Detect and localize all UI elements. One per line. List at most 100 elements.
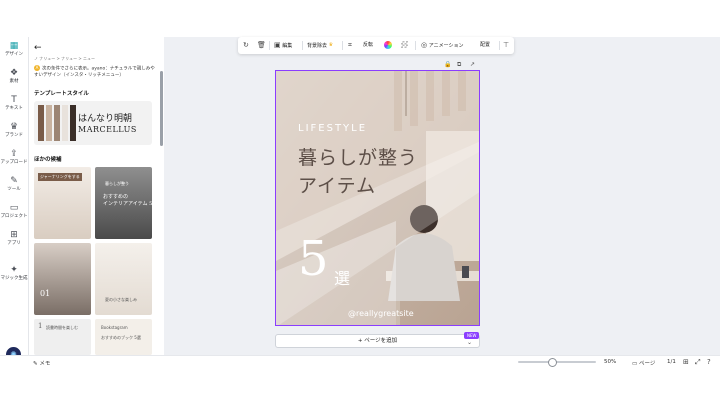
fullscreen-icon[interactable]: ⤢ — [695, 358, 701, 367]
rail-elements[interactable]: ❖ 素材 — [0, 68, 28, 85]
panel-scrollbar[interactable] — [160, 71, 163, 146]
canva-editor: ▦ デザイン ❖ 素材 T テキスト ♛ ブランド ⇪ アップロード ✎ ツール… — [0, 0, 720, 405]
duplicate-icon[interactable]: ⧉ — [457, 61, 461, 69]
page-count: 1/1 — [667, 359, 676, 365]
thumb-title: 01 — [40, 289, 51, 298]
template-thumb[interactable]: ジャーナリングをする — [34, 167, 91, 239]
arrange-button[interactable]: 配置 — [480, 40, 490, 51]
thumb-caption: ジャーナリングをする — [38, 173, 82, 181]
rail-magic[interactable]: ✦ マジック生成 — [0, 265, 28, 282]
rail-apps[interactable]: ⊞ アプリ — [0, 230, 28, 247]
zoom-slider[interactable] — [518, 361, 596, 363]
add-page-button[interactable]: + ページを追加 — [275, 334, 480, 348]
animation-button[interactable]: ◎ アニメーション — [421, 40, 464, 51]
style-font-jp: はんなり明朝 — [78, 114, 133, 124]
pages-label: ページ — [638, 361, 656, 367]
design-title-line: 暮らしが整う — [298, 147, 419, 169]
divider — [415, 41, 416, 50]
text-icon: T — [11, 95, 17, 105]
breadcrumb: ノ ナリュー > ナリュー > ニュー — [34, 56, 96, 61]
lock-icon[interactable]: 🔒 — [444, 61, 451, 68]
rail-projects[interactable]: ▭ プロジェクト — [0, 203, 28, 220]
color-swatch — [62, 105, 68, 141]
design-panel: ← ノ ナリュー > ナリュー > ニュー A 次の条件でさらに表示。ayano：… — [29, 37, 164, 355]
notice-text: 次の条件でさらに表示。ayano：ナチュラルで親しみやすいデザイン（インスタ・リ… — [34, 66, 155, 78]
notes-label: メモ — [39, 361, 51, 367]
color-swatch — [70, 105, 76, 141]
chevron-down-icon[interactable]: ⌄ — [467, 339, 472, 346]
bg-remove-button[interactable]: 背景除去 ♛ — [307, 40, 333, 51]
thumb-caption: 夏の小さな楽しみ — [105, 297, 137, 302]
upload-icon: ⇪ — [10, 149, 18, 159]
pen-icon: ✎ — [10, 176, 18, 186]
divider — [499, 41, 500, 50]
thumb-title: おすすめのブック 5選 — [101, 335, 141, 340]
color-wheel-icon — [384, 40, 392, 49]
pages-button[interactable]: ▭ ページ — [632, 359, 655, 367]
transparency-icon — [401, 41, 408, 48]
rail-label: 素材 — [9, 79, 19, 84]
rail-label: デザイン — [5, 52, 23, 57]
notes-icon: ✎ — [33, 361, 38, 367]
edit-label: 編集 — [282, 43, 293, 49]
undo-button[interactable]: ↻ — [243, 40, 249, 51]
template-thumb[interactable]: 夏の小さな楽しみ — [95, 243, 152, 315]
design-title[interactable]: 暮らしが整う アイテム — [298, 144, 418, 200]
magic-icon: ✦ — [10, 265, 18, 275]
help-icon[interactable]: ? — [707, 358, 711, 366]
rail-tools[interactable]: ✎ ツール — [0, 176, 28, 193]
template-thumb[interactable]: 暮らしが整う おすすめの インテリアアイテム 5選 — [95, 167, 152, 239]
template-style-card[interactable]: はんなり明朝 MARCELLUS — [34, 101, 152, 145]
elements-icon: ❖ — [9, 68, 19, 78]
rail-design[interactable]: ▦ デザイン — [0, 41, 28, 58]
delete-button[interactable]: 🗑 — [257, 40, 266, 51]
image-edit-icon: ▣ — [274, 41, 281, 49]
new-badge: NEW — [464, 332, 480, 339]
thumb-number: 1 — [38, 322, 43, 330]
thumb-caption: Bookstagram — [101, 325, 128, 330]
rail-label: ブランド — [5, 133, 23, 138]
crop-button[interactable]: ⌗ — [348, 40, 352, 51]
arrange-label: 配置 — [480, 42, 491, 48]
rail-label: プロジェクト — [0, 214, 28, 219]
design-handle[interactable]: @reallygreatsite — [348, 309, 414, 318]
paint-format-button[interactable]: ⊤ — [503, 40, 509, 51]
color-swatch — [54, 105, 60, 141]
divider — [342, 41, 343, 50]
context-toolbar: ↻ 🗑 ▣ 編集 背景除去 ♛ ⌗ 反転 ◎ アニメーション 配置 ⊤ — [238, 37, 514, 54]
edit-button[interactable]: ▣ 編集 — [274, 40, 292, 51]
redo-icon: ↻ — [243, 41, 249, 49]
rail-text[interactable]: T テキスト — [0, 95, 28, 112]
design-kicker[interactable]: LIFESTYLE — [298, 123, 367, 134]
share-icon[interactable]: ↗ — [470, 61, 475, 68]
design-unit[interactable]: 選 — [334, 265, 350, 289]
template-thumb[interactable]: 1 読書時間を楽しむ — [34, 319, 91, 355]
zoom-slider-handle[interactable] — [548, 358, 557, 367]
design-title-line: アイテム — [298, 175, 377, 197]
zoom-level[interactable]: 50% — [604, 359, 616, 365]
animation-icon: ◎ — [421, 41, 428, 49]
left-rail: ▦ デザイン ❖ 素材 T テキスト ♛ ブランド ⇪ アップロード ✎ ツール… — [0, 37, 29, 368]
flip-button[interactable]: 反転 — [363, 40, 373, 51]
back-arrow-icon[interactable]: ← — [34, 43, 42, 53]
folder-icon: ▭ — [9, 203, 19, 213]
crop-icon: ⌗ — [348, 41, 352, 49]
template-style-title: テンプレートスタイル — [34, 91, 89, 97]
grid-view-icon[interactable]: ⊞ — [683, 358, 689, 366]
template-thumb[interactable]: 01 — [34, 243, 91, 315]
design-number[interactable]: 5 — [298, 231, 329, 287]
bg-remove-label: 背景除去 — [307, 43, 328, 49]
color-button[interactable] — [384, 40, 392, 51]
flip-label: 反転 — [363, 42, 374, 48]
rail-label: マジック生成 — [0, 276, 28, 281]
trash-icon: 🗑 — [257, 41, 266, 49]
design-page[interactable]: LIFESTYLE 暮らしが整う アイテム 5 選 @reallygreatsi… — [275, 70, 480, 326]
notes-button[interactable]: ✎ メモ — [33, 359, 50, 367]
rail-upload[interactable]: ⇪ アップロード — [0, 149, 28, 166]
transparency-button[interactable] — [401, 40, 408, 51]
style-font-en: MARCELLUS — [78, 125, 137, 134]
template-thumb[interactable]: Bookstagram おすすめのブック 5選 — [95, 319, 152, 355]
rail-brand[interactable]: ♛ ブランド — [0, 122, 28, 139]
thumb-caption: 読書時間を楽しむ — [46, 325, 78, 330]
animation-label: アニメーション — [428, 43, 464, 49]
